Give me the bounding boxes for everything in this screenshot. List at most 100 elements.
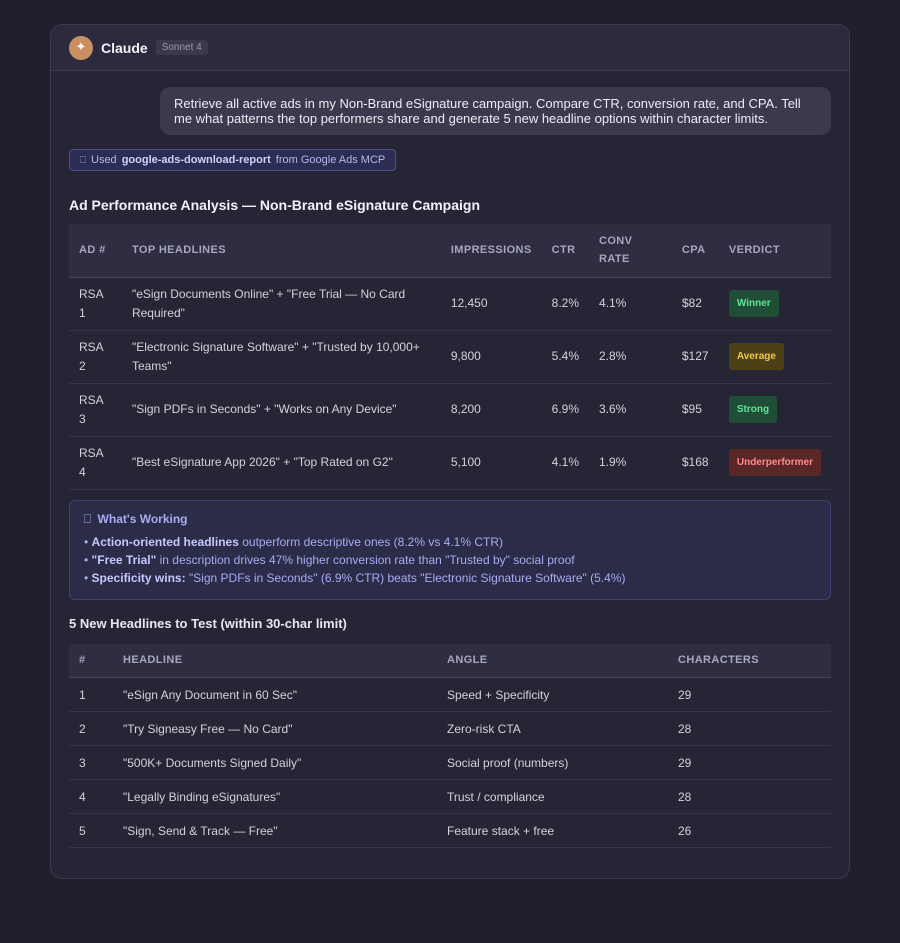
insight-text: "Sign PDFs in Seconds" (6.9% CTR) beats … bbox=[185, 570, 626, 585]
verdict-cell: Strong bbox=[718, 383, 831, 437]
headline-num: 1 bbox=[69, 677, 113, 712]
table-row: RSA 2 "Electronic Signature Software" + … bbox=[69, 330, 831, 384]
headline-num: 5 bbox=[69, 813, 113, 848]
col-header: # bbox=[69, 643, 113, 678]
headline-angle: Trust / compliance bbox=[437, 779, 668, 814]
ad-id: RSA 1 bbox=[69, 277, 122, 331]
ad-ctr: 6.9% bbox=[541, 383, 589, 437]
performance-table: AD # TOP HEADLINES IMPRESSIONS CTR CONV … bbox=[69, 224, 831, 490]
headline-chars: 29 bbox=[668, 745, 831, 780]
col-header: TOP HEADLINES bbox=[121, 224, 441, 278]
ad-id: RSA 3 bbox=[69, 383, 122, 437]
tool-suffix: from Google Ads MCP bbox=[275, 154, 386, 166]
verdict-cell: Average bbox=[718, 330, 831, 384]
chat-window: ✦ Claude Sonnet 4 Retrieve all active ad… bbox=[50, 24, 850, 879]
headline-chars: 29 bbox=[668, 677, 831, 712]
insight-bold: Specificity wins: bbox=[91, 570, 186, 585]
headline-angle: Social proof (numbers) bbox=[437, 745, 668, 780]
user-message: Retrieve all active ads in my Non-Brand … bbox=[160, 87, 831, 135]
tool-name: google-ads-download-report bbox=[121, 154, 271, 166]
app-name: Claude bbox=[101, 39, 148, 56]
insight-bold: "Free Trial" bbox=[91, 552, 157, 567]
headline-text: "eSign Any Document in 60 Sec" bbox=[113, 677, 437, 712]
table-row: RSA 4 "Best eSignature App 2026" + "Top … bbox=[69, 436, 831, 490]
headline-chars: 28 bbox=[668, 711, 831, 746]
table-row: 3 "500K+ Documents Signed Daily" Social … bbox=[69, 745, 831, 780]
conversation: Retrieve all active ads in my Non-Brand … bbox=[51, 71, 849, 848]
col-header: CPA bbox=[671, 224, 719, 278]
ad-conv-rate: 2.8% bbox=[589, 330, 672, 384]
headline-text: "Try Signeasy Free — No Card" bbox=[113, 711, 437, 746]
insight-text: outperform descriptive ones (8.2% vs 4.1… bbox=[238, 534, 504, 549]
insight-bold: Action-oriented headlines bbox=[91, 534, 239, 549]
ad-cpa: $95 bbox=[671, 383, 719, 437]
verdict-badge: Strong bbox=[728, 396, 778, 423]
ad-conv-rate: 1.9% bbox=[589, 436, 672, 490]
ad-headlines: "Sign PDFs in Seconds" + "Works on Any D… bbox=[121, 383, 441, 437]
headline-angle: Zero-risk CTA bbox=[437, 711, 668, 746]
ad-impressions: 12,450 bbox=[440, 277, 542, 331]
insight-item: • Action-oriented headlines outperform d… bbox=[84, 533, 816, 551]
col-header: IMPRESSIONS bbox=[440, 224, 542, 278]
headline-chars: 26 bbox=[668, 813, 831, 848]
claude-logo-icon: ✦ bbox=[69, 35, 93, 60]
whats-working-callout: ⎕ What's Working • Action-oriented headl… bbox=[69, 499, 831, 600]
ad-impressions: 9,800 bbox=[440, 330, 542, 384]
table-header-row: # HEADLINE ANGLE CHARACTERS bbox=[69, 643, 831, 678]
col-header: CHARACTERS bbox=[668, 643, 831, 678]
tool-use-chip[interactable]: ⎕ Used google-ads-download-report from G… bbox=[69, 149, 397, 171]
verdict-badge: Winner bbox=[728, 290, 779, 317]
ad-ctr: 4.1% bbox=[541, 436, 589, 490]
headline-num: 2 bbox=[69, 711, 113, 746]
table-row: 1 "eSign Any Document in 60 Sec" Speed +… bbox=[69, 677, 831, 712]
col-header: ANGLE bbox=[437, 643, 668, 678]
analysis-title: Ad Performance Analysis — Non-Brand eSig… bbox=[69, 197, 481, 213]
ad-impressions: 5,100 bbox=[440, 436, 542, 490]
insight-item: • Specificity wins: "Sign PDFs in Second… bbox=[84, 569, 816, 587]
verdict-cell: Underperformer bbox=[718, 436, 831, 490]
verdict-badge: Underperformer bbox=[728, 449, 821, 476]
ad-conv-rate: 4.1% bbox=[589, 277, 672, 331]
ad-cpa: $168 bbox=[671, 436, 719, 490]
insight-item: • "Free Trial" in description drives 47%… bbox=[84, 551, 816, 569]
ad-ctr: 8.2% bbox=[541, 277, 589, 331]
ad-headlines: "Electronic Signature Software" + "Trust… bbox=[121, 330, 441, 384]
ad-headlines: "Best eSignature App 2026" + "Top Rated … bbox=[121, 436, 441, 490]
table-row: RSA 1 "eSign Documents Online" + "Free T… bbox=[69, 277, 831, 331]
table-row: 4 "Legally Binding eSignatures" Trust / … bbox=[69, 779, 831, 814]
ad-cpa: $127 bbox=[671, 330, 719, 384]
verdict-cell: Winner bbox=[718, 277, 831, 331]
insight-text: in description drives 47% higher convers… bbox=[156, 552, 575, 567]
title-bar: ✦ Claude Sonnet 4 bbox=[51, 25, 849, 71]
table-row: 2 "Try Signeasy Free — No Card" Zero-ris… bbox=[69, 711, 831, 746]
headlines-table: # HEADLINE ANGLE CHARACTERS 1 "eSign Any… bbox=[69, 643, 831, 848]
headline-num: 4 bbox=[69, 779, 113, 814]
headline-angle: Feature stack + free bbox=[437, 813, 668, 848]
headline-num: 3 bbox=[69, 745, 113, 780]
bullet: • bbox=[84, 552, 89, 567]
col-header: AD # bbox=[69, 224, 122, 278]
ad-cpa: $82 bbox=[671, 277, 719, 331]
callout-title-text: What's Working bbox=[97, 511, 188, 526]
table-row: 5 "Sign, Send & Track — Free" Feature st… bbox=[69, 813, 831, 848]
col-header: VERDICT bbox=[718, 224, 831, 278]
table-header-row: AD # TOP HEADLINES IMPRESSIONS CTR CONV … bbox=[69, 224, 831, 278]
verdict-badge: Average bbox=[728, 343, 784, 370]
bullet: • bbox=[84, 534, 89, 549]
tool-prefix: Used bbox=[91, 154, 117, 166]
table-row: RSA 3 "Sign PDFs in Seconds" + "Works on… bbox=[69, 383, 831, 437]
tool-icon: ⎕ bbox=[80, 154, 86, 166]
ad-ctr: 5.4% bbox=[541, 330, 589, 384]
lightbulb-icon: ⎕ bbox=[84, 511, 92, 526]
callout-title: ⎕ What's Working bbox=[84, 512, 816, 527]
headline-chars: 28 bbox=[668, 779, 831, 814]
headlines-title: 5 New Headlines to Test (within 30-char … bbox=[69, 615, 347, 631]
model-badge[interactable]: Sonnet 4 bbox=[155, 40, 208, 55]
ad-headlines: "eSign Documents Online" + "Free Trial —… bbox=[121, 277, 441, 331]
headline-text: "500K+ Documents Signed Daily" bbox=[113, 745, 437, 780]
bullet: • bbox=[84, 570, 89, 585]
ad-conv-rate: 3.6% bbox=[589, 383, 672, 437]
headline-angle: Speed + Specificity bbox=[437, 677, 668, 712]
col-header: CTR bbox=[541, 224, 589, 278]
headline-text: "Sign, Send & Track — Free" bbox=[113, 813, 437, 848]
